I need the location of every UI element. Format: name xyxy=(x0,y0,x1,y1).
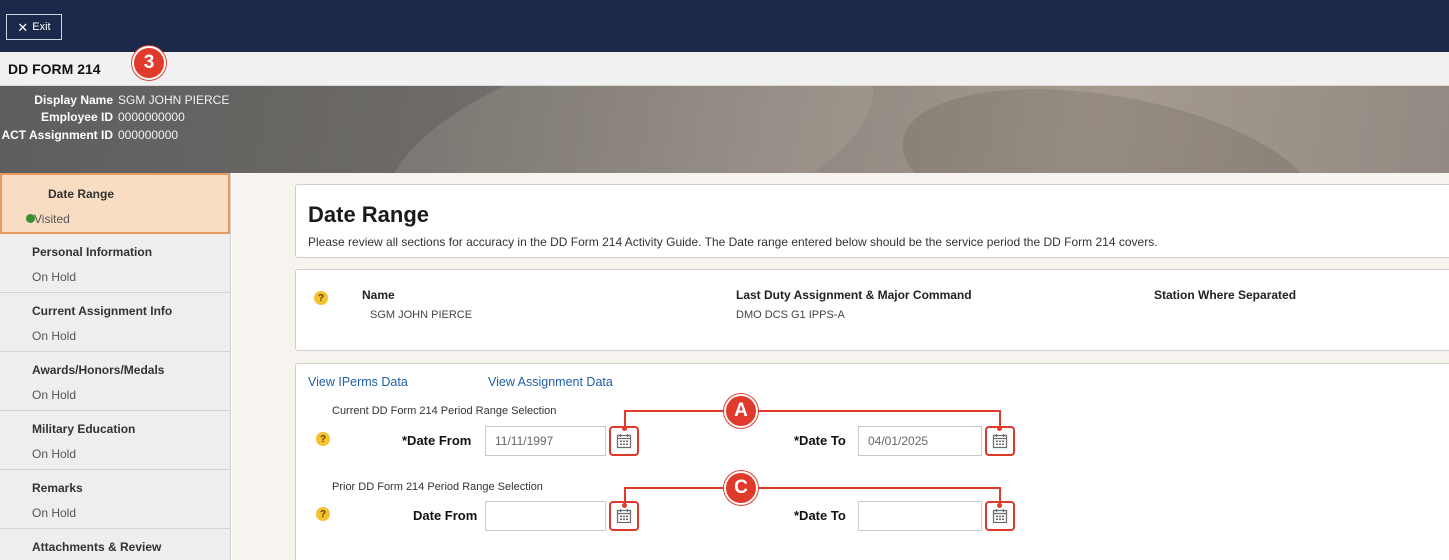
prior-date-to-input[interactable] xyxy=(858,501,982,531)
callout-a-badge: A xyxy=(724,394,758,428)
name-value: SGM JOHN PIERCE xyxy=(370,309,473,321)
step-status: On Hold xyxy=(32,329,77,343)
callout-c-pointer-right xyxy=(997,503,1002,508)
duty-assignment-header: Last Duty Assignment & Major Command xyxy=(736,288,972,302)
summary-card: ? Name SGM JOHN PIERCE Last Duty Assignm… xyxy=(295,269,1449,351)
current-period-label: Current DD Form 214 Period Range Selecti… xyxy=(332,405,557,417)
step-title: Awards/Honors/Medals xyxy=(32,363,165,377)
step-title: Attachments & Review xyxy=(32,540,162,554)
step-military-education[interactable]: Military Education On Hold xyxy=(0,411,230,470)
banner-background-shade xyxy=(889,86,1331,173)
station-header: Station Where Separated xyxy=(1154,288,1297,302)
page-title: Date Range xyxy=(308,202,430,227)
display-name-row: Display Name SGM JOHN PIERCE xyxy=(0,93,236,107)
help-icon[interactable]: ? xyxy=(316,432,330,446)
employee-id-row: Employee ID 0000000000 xyxy=(0,110,236,124)
step-attachments-review[interactable]: Attachments & Review xyxy=(0,529,230,560)
duty-assignment-value: DMO DCS G1 IPPS-A xyxy=(736,309,845,321)
page-header-card: Date Range Please review all sections fo… xyxy=(295,184,1449,258)
name-header: Name xyxy=(362,288,395,302)
help-icon[interactable]: ? xyxy=(316,507,330,521)
callout-a-pointer-right xyxy=(997,426,1002,431)
callout-c-badge: C xyxy=(724,471,758,505)
employee-id-label: Employee ID xyxy=(40,110,113,124)
prior-date-from-input[interactable] xyxy=(485,501,606,531)
assignment-id-row: ACT Assignment ID 000000000 xyxy=(0,128,236,142)
step-status: On Hold xyxy=(32,506,77,520)
current-date-to-label: *Date To xyxy=(794,433,846,448)
step-title: Current Assignment Info xyxy=(32,304,173,318)
exit-label: Exit xyxy=(32,21,51,33)
current-date-to-input[interactable]: 04/01/2025 xyxy=(858,426,982,456)
callout-a-pointer-left xyxy=(622,426,627,431)
calendar-icon xyxy=(992,434,1008,449)
display-name-value: SGM JOHN PIERCE xyxy=(118,93,230,107)
view-assignment-link[interactable]: View Assignment Data xyxy=(488,375,613,389)
employee-id-value: 0000000000 xyxy=(118,110,185,124)
close-icon: ✕ xyxy=(17,19,29,35)
assignment-id-value: 000000000 xyxy=(118,128,179,142)
step-date-range[interactable]: Date Range Visited xyxy=(0,173,230,234)
prior-date-to-label: *Date To xyxy=(794,508,846,523)
step-current-assignment-info[interactable]: Current Assignment Info On Hold xyxy=(0,293,230,352)
exit-button[interactable]: ✕ Exit xyxy=(6,14,62,40)
calendar-icon xyxy=(616,434,632,449)
callout-a-bracket xyxy=(624,410,1001,412)
step-remarks[interactable]: Remarks On Hold xyxy=(0,470,230,529)
form-title-bar: DD FORM 214 xyxy=(0,52,1449,86)
top-nav-bar: ✕ Exit xyxy=(0,0,1449,52)
callout-c-bracket xyxy=(624,487,1001,489)
callout-c-pointer-left xyxy=(622,503,627,508)
step-title: Military Education xyxy=(32,422,136,436)
activity-guide-steps: Date Range Visited Personal Information … xyxy=(0,173,231,560)
step-status: On Hold xyxy=(32,270,77,284)
prior-date-from-label: Date From xyxy=(413,508,478,523)
step-title: Personal Information xyxy=(32,245,153,259)
step-awards-honors-medals[interactable]: Awards/Honors/Medals On Hold xyxy=(0,352,230,411)
prior-period-label: Prior DD Form 214 Period Range Selection xyxy=(332,481,543,493)
assignment-id-label: ACT Assignment ID xyxy=(1,128,113,142)
step-status: Visited xyxy=(34,212,70,226)
help-icon[interactable]: ? xyxy=(314,291,328,305)
display-name-label: Display Name xyxy=(34,93,113,107)
calendar-icon xyxy=(616,509,632,524)
calendar-icon xyxy=(992,509,1008,524)
step-status: On Hold xyxy=(32,388,77,402)
current-date-from-label: *Date From xyxy=(402,433,472,448)
view-iperms-link[interactable]: View IPerms Data xyxy=(308,375,408,389)
step-title: Remarks xyxy=(32,481,83,495)
current-date-from-input[interactable]: 11/11/1997 xyxy=(485,426,606,456)
step-personal-information[interactable]: Personal Information On Hold xyxy=(0,234,230,293)
banner-background-image xyxy=(362,86,898,173)
page-description: Please review all sections for accuracy … xyxy=(308,235,1158,249)
date-range-card: View IPerms Data View Assignment Data Cu… xyxy=(295,363,1449,560)
step-title: Date Range xyxy=(48,187,115,201)
main-content: Date Range Please review all sections fo… xyxy=(232,173,1449,560)
step-callout-badge: 3 xyxy=(132,46,166,80)
step-status: On Hold xyxy=(32,447,77,461)
employee-banner: Display Name SGM JOHN PIERCE Employee ID… xyxy=(0,86,1449,173)
form-title: DD FORM 214 xyxy=(8,61,101,77)
